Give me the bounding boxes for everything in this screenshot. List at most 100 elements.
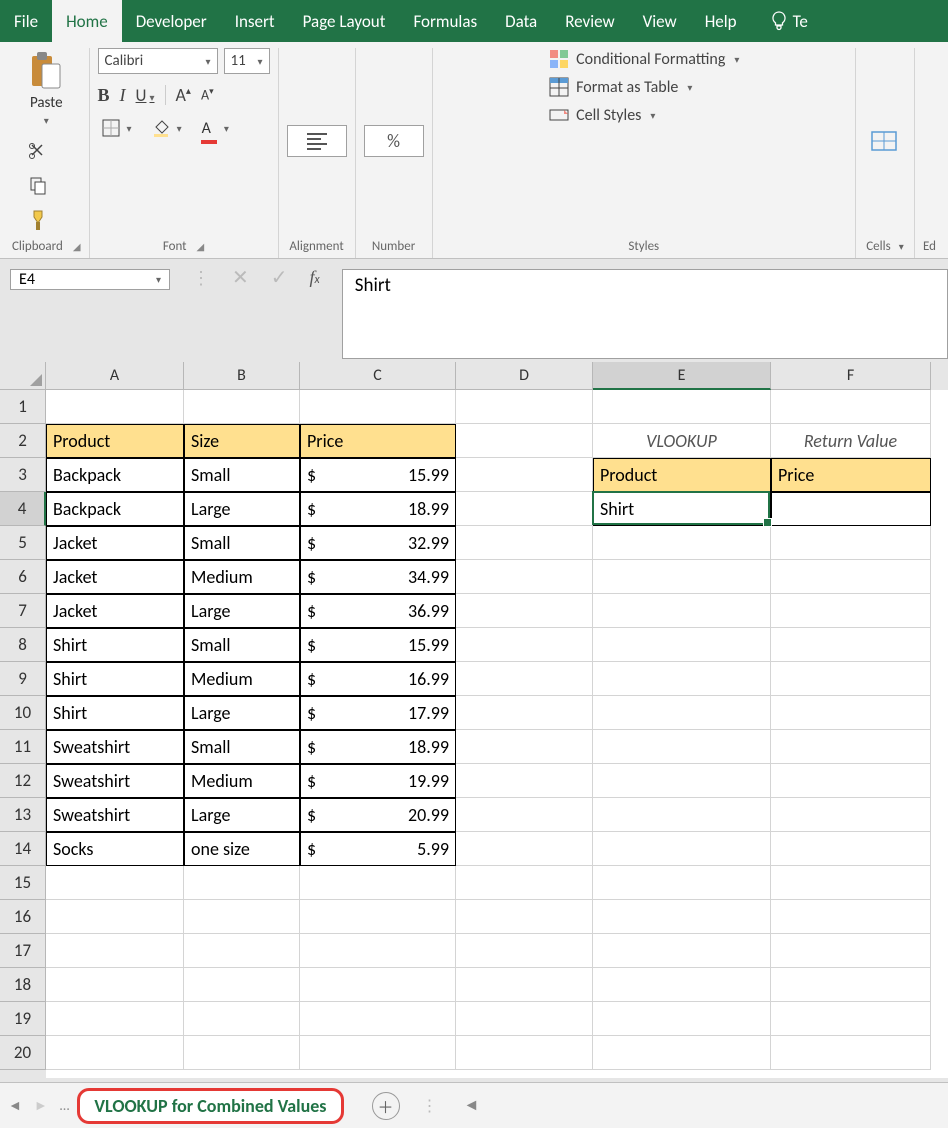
cell-B20[interactable] xyxy=(184,1036,300,1070)
underline-button[interactable]: U xyxy=(136,85,155,106)
cell-B13[interactable]: Large xyxy=(184,798,300,832)
cell-F1[interactable] xyxy=(771,390,931,424)
cell-D13[interactable] xyxy=(456,798,593,832)
select-all-corner[interactable] xyxy=(0,362,46,390)
cell-E5[interactable] xyxy=(593,526,771,560)
cell-D9[interactable] xyxy=(456,662,593,696)
cell-C20[interactable] xyxy=(300,1036,456,1070)
row-header-8[interactable]: 8 xyxy=(0,628,46,662)
cell-F8[interactable] xyxy=(771,628,931,662)
tab-developer[interactable]: Developer xyxy=(122,0,221,42)
tab-data[interactable]: Data xyxy=(491,0,551,42)
row-header-10[interactable]: 10 xyxy=(0,696,46,730)
cell-D3[interactable] xyxy=(456,458,593,492)
cell-D18[interactable] xyxy=(456,968,593,1002)
new-sheet-button[interactable]: ＋ xyxy=(372,1092,400,1120)
cell-C5[interactable]: $32.99 xyxy=(300,526,456,560)
cell-E12[interactable] xyxy=(593,764,771,798)
cell-styles-button[interactable]: Cell Styles xyxy=(548,104,655,126)
cell-D12[interactable] xyxy=(456,764,593,798)
namebox-more[interactable]: ⋮ xyxy=(192,267,210,289)
cell-E2[interactable]: VLOOKUP xyxy=(593,424,771,458)
name-box[interactable]: E4▾ xyxy=(10,269,170,290)
cut-button[interactable] xyxy=(24,139,68,163)
cell-A11[interactable]: Sweatshirt xyxy=(46,730,184,764)
cell-F4[interactable] xyxy=(771,492,931,526)
row-header-6[interactable]: 6 xyxy=(0,560,46,594)
cell-B5[interactable]: Small xyxy=(184,526,300,560)
cell-F3[interactable]: Price xyxy=(771,458,931,492)
insert-cells-button[interactable] xyxy=(864,124,906,158)
copy-button[interactable] xyxy=(24,173,68,197)
row-header-20[interactable]: 20 xyxy=(0,1036,46,1070)
cell-B10[interactable]: Large xyxy=(184,696,300,730)
percent-button[interactable]: % xyxy=(364,125,424,157)
cell-D6[interactable] xyxy=(456,560,593,594)
cell-D15[interactable] xyxy=(456,866,593,900)
cell-F5[interactable] xyxy=(771,526,931,560)
cell-C3[interactable]: $15.99 xyxy=(300,458,456,492)
cell-B1[interactable] xyxy=(184,390,300,424)
hscroll-left[interactable]: ◄ xyxy=(464,1096,480,1115)
cell-B19[interactable] xyxy=(184,1002,300,1036)
cell-A7[interactable]: Jacket xyxy=(46,594,184,628)
cell-A16[interactable] xyxy=(46,900,184,934)
formula-bar[interactable]: Shirt xyxy=(342,269,948,359)
cell-E19[interactable] xyxy=(593,1002,771,1036)
cell-E9[interactable] xyxy=(593,662,771,696)
row-header-3[interactable]: 3 xyxy=(0,458,46,492)
cell-E15[interactable] xyxy=(593,866,771,900)
paste-button[interactable]: Paste ▾ xyxy=(24,48,68,129)
font-size-select[interactable]: 11▾ xyxy=(224,48,270,74)
cell-A12[interactable]: Sweatshirt xyxy=(46,764,184,798)
cell-C14[interactable]: $5.99 xyxy=(300,832,456,866)
cell-B18[interactable] xyxy=(184,968,300,1002)
cell-A13[interactable]: Sweatshirt xyxy=(46,798,184,832)
cell-E14[interactable] xyxy=(593,832,771,866)
cell-D1[interactable] xyxy=(456,390,593,424)
cell-E11[interactable] xyxy=(593,730,771,764)
cell-A10[interactable]: Shirt xyxy=(46,696,184,730)
cell-D14[interactable] xyxy=(456,832,593,866)
cell-C9[interactable]: $16.99 xyxy=(300,662,456,696)
cell-B3[interactable]: Small xyxy=(184,458,300,492)
cell-F15[interactable] xyxy=(771,866,931,900)
sheet-more[interactable]: … xyxy=(60,1097,70,1114)
row-header-4[interactable]: 4 xyxy=(0,492,46,526)
cell-F17[interactable] xyxy=(771,934,931,968)
row-header-12[interactable]: 12 xyxy=(0,764,46,798)
cancel-formula-button[interactable]: ✕ xyxy=(232,265,249,290)
sheet-tab-active[interactable]: VLOOKUP for Combined Values xyxy=(77,1088,343,1124)
fill-color-button[interactable] xyxy=(148,117,186,139)
cell-D5[interactable] xyxy=(456,526,593,560)
cell-E18[interactable] xyxy=(593,968,771,1002)
cell-F16[interactable] xyxy=(771,900,931,934)
cell-E3[interactable]: Product xyxy=(593,458,771,492)
cell-B9[interactable]: Medium xyxy=(184,662,300,696)
tab-file[interactable]: File xyxy=(0,0,52,42)
row-header-9[interactable]: 9 xyxy=(0,662,46,696)
cell-B7[interactable]: Large xyxy=(184,594,300,628)
cell-E20[interactable] xyxy=(593,1036,771,1070)
cell-B12[interactable]: Medium xyxy=(184,764,300,798)
tell-me[interactable]: Te xyxy=(757,0,822,42)
cell-B17[interactable] xyxy=(184,934,300,968)
row-header-16[interactable]: 16 xyxy=(0,900,46,934)
font-name-select[interactable]: Calibri▾ xyxy=(98,48,218,74)
cell-A15[interactable] xyxy=(46,866,184,900)
cell-B6[interactable]: Medium xyxy=(184,560,300,594)
cell-F13[interactable] xyxy=(771,798,931,832)
cell-D16[interactable] xyxy=(456,900,593,934)
cell-B8[interactable]: Small xyxy=(184,628,300,662)
cell-C13[interactable]: $20.99 xyxy=(300,798,456,832)
cell-A8[interactable]: Shirt xyxy=(46,628,184,662)
clipboard-launcher[interactable]: ◢ xyxy=(73,240,81,253)
tab-help[interactable]: Help xyxy=(691,0,751,42)
cell-C8[interactable]: $15.99 xyxy=(300,628,456,662)
cell-A5[interactable]: Jacket xyxy=(46,526,184,560)
col-header-F[interactable]: F xyxy=(771,362,931,390)
row-header-19[interactable]: 19 xyxy=(0,1002,46,1036)
cell-C17[interactable] xyxy=(300,934,456,968)
tab-formulas[interactable]: Formulas xyxy=(399,0,491,42)
format-as-table-button[interactable]: Format as Table xyxy=(548,76,692,98)
